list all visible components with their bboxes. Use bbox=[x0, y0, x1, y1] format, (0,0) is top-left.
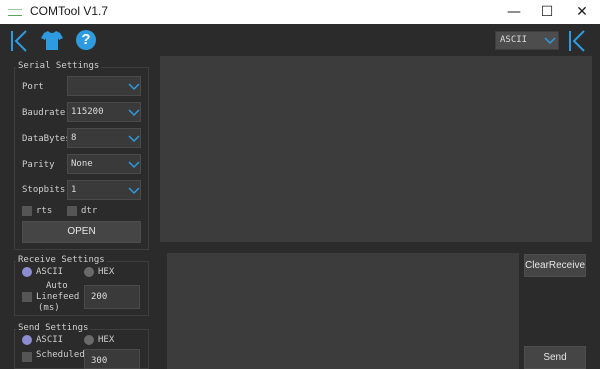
stopbits-label: Stopbits bbox=[22, 185, 66, 195]
baudrate-select[interactable]: 115200 bbox=[67, 102, 141, 122]
stopbits-value: 1 bbox=[71, 185, 77, 195]
stopbits-select[interactable]: 1 bbox=[67, 180, 141, 200]
chevron-down-icon bbox=[128, 135, 140, 143]
auto-linefeed-input[interactable]: 200 bbox=[84, 285, 140, 309]
auto-linefeed-checkbox[interactable] bbox=[22, 292, 32, 302]
receive-area[interactable] bbox=[160, 56, 592, 242]
chevron-down-icon bbox=[128, 83, 140, 91]
send-settings-title: Send Settings bbox=[16, 323, 91, 333]
scheduled-checkbox[interactable] bbox=[22, 352, 32, 362]
databytes-select[interactable]: 8 bbox=[67, 128, 141, 148]
receive-ascii-label: ASCII bbox=[36, 267, 64, 277]
app-logo-icon bbox=[8, 9, 22, 16]
skin-shirt-icon[interactable] bbox=[40, 29, 64, 51]
receive-hex-radio[interactable] bbox=[84, 267, 94, 277]
send-button[interactable]: Send bbox=[524, 346, 586, 369]
serial-settings-title: Serial Settings bbox=[16, 61, 102, 71]
minimize-button[interactable]: — bbox=[497, 0, 531, 24]
maximize-button[interactable]: ☐ bbox=[530, 0, 564, 24]
dtr-checkbox[interactable] bbox=[67, 206, 77, 216]
baudrate-value: 115200 bbox=[71, 107, 104, 117]
port-select[interactable] bbox=[67, 76, 141, 96]
send-input-area[interactable] bbox=[167, 253, 519, 369]
clear-receive-button[interactable]: ClearReceive bbox=[524, 254, 586, 277]
help-icon[interactable]: ? bbox=[76, 30, 96, 50]
auto-linefeed-label-line1: Auto bbox=[46, 281, 68, 291]
send-ascii-radio[interactable] bbox=[22, 335, 32, 345]
scheduled-interval-input[interactable]: 300 bbox=[84, 349, 140, 369]
chevron-down-icon bbox=[544, 37, 556, 45]
parity-select[interactable]: None bbox=[67, 154, 141, 174]
open-port-button[interactable]: OPEN bbox=[22, 221, 141, 243]
send-hex-label: HEX bbox=[98, 335, 115, 345]
receive-ascii-radio[interactable] bbox=[22, 267, 32, 277]
parity-value: None bbox=[71, 159, 93, 169]
chevron-down-icon bbox=[128, 109, 140, 117]
databytes-value: 8 bbox=[71, 133, 77, 143]
collapse-right-icon[interactable] bbox=[566, 29, 588, 53]
auto-linefeed-label-line3: (ms) bbox=[38, 303, 60, 313]
encoding-select[interactable]: ASCII bbox=[495, 31, 559, 50]
dtr-label: dtr bbox=[81, 206, 98, 216]
close-button[interactable]: ✕ bbox=[565, 0, 599, 24]
window-title: COMTool V1.7 bbox=[30, 4, 109, 18]
receive-settings-title: Receive Settings bbox=[16, 255, 107, 265]
send-ascii-label: ASCII bbox=[36, 335, 64, 345]
receive-hex-label: HEX bbox=[98, 267, 115, 277]
databytes-label: DataBytes bbox=[22, 134, 71, 144]
auto-linefeed-label-line2: Linefeed bbox=[36, 292, 80, 302]
encoding-value: ASCII bbox=[500, 35, 528, 45]
scheduled-interval-value: 300 bbox=[91, 356, 108, 366]
scheduled-label: Scheduled bbox=[36, 350, 85, 360]
parity-label: Parity bbox=[22, 160, 55, 170]
send-hex-radio[interactable] bbox=[84, 335, 94, 345]
rts-label: rts bbox=[36, 206, 53, 216]
auto-linefeed-value: 200 bbox=[91, 292, 108, 302]
collapse-left-icon[interactable] bbox=[8, 29, 30, 53]
port-label: Port bbox=[22, 82, 44, 92]
chevron-down-icon bbox=[128, 161, 140, 169]
chevron-down-icon bbox=[128, 187, 140, 195]
rts-checkbox[interactable] bbox=[22, 206, 32, 216]
baudrate-label: Baudrate bbox=[22, 108, 66, 118]
